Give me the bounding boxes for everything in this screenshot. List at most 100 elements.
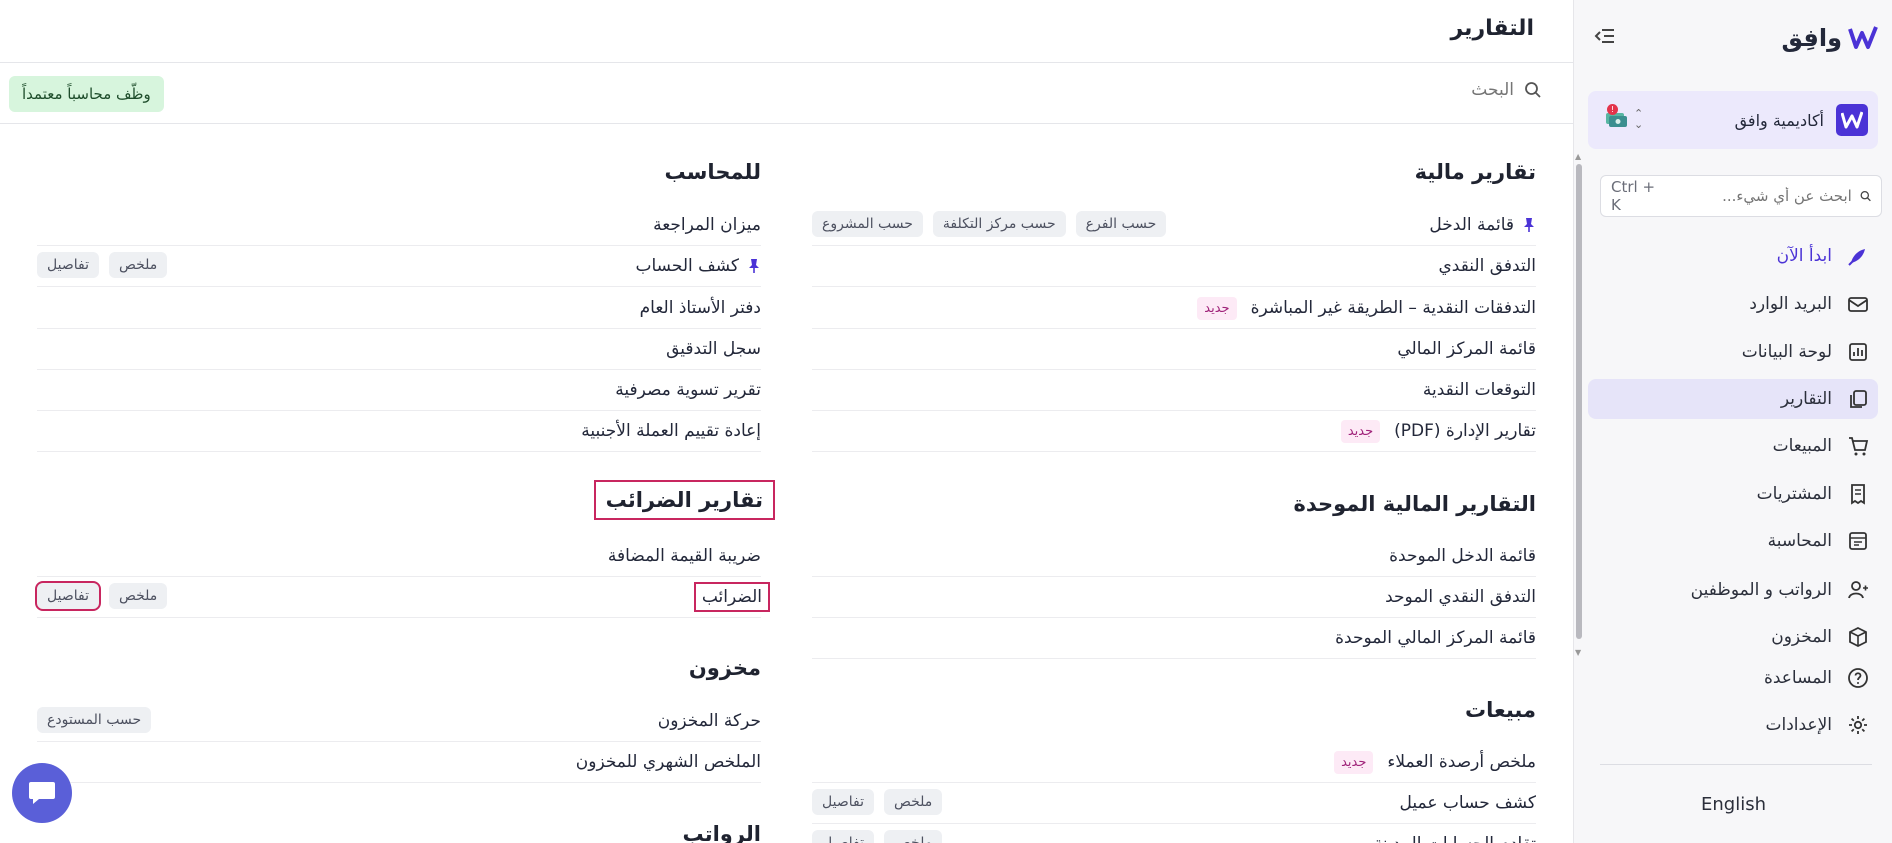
sidebar-item-dashboard[interactable]: لوحة البيانات bbox=[1588, 332, 1878, 372]
org-name: أكاديمية وافق bbox=[1734, 110, 1824, 130]
language-switch[interactable]: English bbox=[1701, 794, 1766, 815]
search-icon bbox=[1525, 82, 1541, 98]
chat-widget-button[interactable] bbox=[12, 763, 72, 823]
chip-by-cost-center[interactable]: حسب مركز التكلفة bbox=[932, 211, 1066, 237]
chip-summary[interactable]: ملخص bbox=[108, 583, 168, 609]
chip-summary[interactable]: ملخص bbox=[883, 789, 943, 815]
report-row: الملخص الشهري للمخزون bbox=[37, 742, 761, 783]
app-logo[interactable]: وافِق bbox=[1782, 24, 1879, 52]
sidebar-item-inbox[interactable]: البريد الوارد bbox=[1588, 284, 1878, 324]
sidebar-item-inventory[interactable]: المخزون bbox=[1588, 617, 1878, 657]
sidebar-item-reports[interactable]: التقارير bbox=[1588, 379, 1878, 419]
report-link-monthly-inventory[interactable]: الملخص الشهري للمخزون bbox=[576, 752, 761, 772]
sidebar-item-label: المبيعات bbox=[1772, 436, 1832, 456]
pin-icon[interactable] bbox=[1522, 217, 1536, 233]
report-chips: حسب المشروع حسب مركز التكلفة حسب الفرع bbox=[812, 211, 1167, 237]
report-link-taxes[interactable]: الضرائب bbox=[693, 582, 771, 612]
logo-text: وافِق bbox=[1781, 24, 1843, 52]
cart-icon bbox=[1846, 434, 1870, 458]
sidebar-item-get-started[interactable]: ابدأ الآن bbox=[1588, 236, 1878, 276]
report-link-customer-balances[interactable]: ملخص أرصدة العملاء bbox=[1387, 752, 1536, 772]
notifications-button[interactable]: ! bbox=[1602, 104, 1628, 131]
report-row: التدفق النقدي bbox=[812, 246, 1536, 287]
sidebar-item-help[interactable]: المساعدة bbox=[1588, 658, 1878, 698]
new-badge: جديد bbox=[1340, 419, 1381, 443]
sidebar-item-purchases[interactable]: المشتريات bbox=[1588, 474, 1878, 514]
scrollbar-thumb[interactable] bbox=[1576, 164, 1582, 639]
report-link-inventory-movement[interactable]: حركة المخزون bbox=[658, 711, 761, 731]
sidebar-scrollbar[interactable]: ▲ ▼ bbox=[1575, 152, 1583, 662]
org-logo bbox=[1836, 104, 1868, 136]
chip-by-warehouse[interactable]: حسب المستودع bbox=[37, 707, 152, 733]
sidebar-item-sales[interactable]: المبيعات bbox=[1588, 426, 1878, 466]
org-extra: ⌃ ⌄ ! bbox=[1602, 104, 1643, 131]
report-link-customer-statement[interactable]: كشف حساب عميل bbox=[1400, 793, 1537, 813]
report-row: الضرائب تفاصيل ملخص bbox=[35, 577, 771, 618]
reports-search[interactable] bbox=[1214, 80, 1542, 100]
report-row: التدفقات النقدية – الطريقة غير المباشرة … bbox=[812, 288, 1536, 329]
dashboard-icon bbox=[1846, 340, 1870, 364]
scroll-down-icon: ▼ bbox=[1575, 648, 1582, 657]
report-link-consolidated-cash-flow[interactable]: التدفق النقدي الموحد bbox=[1385, 587, 1536, 607]
report-chips: تفاصيل ملخص bbox=[812, 830, 943, 843]
report-link-account-statement[interactable]: كشف الحساب bbox=[636, 256, 740, 276]
box-icon bbox=[1846, 625, 1870, 649]
chip-by-branch[interactable]: حسب الفرع bbox=[1075, 211, 1167, 237]
hire-accountant-button[interactable]: وظّف محاسباً معتمداً bbox=[9, 76, 164, 112]
sidebar-item-payroll[interactable]: الرواتب و الموظفين bbox=[1588, 570, 1878, 610]
section-title-tax: تقارير الضرائب bbox=[593, 480, 776, 520]
report-link-trial-balance[interactable]: ميزان المراجعة bbox=[653, 215, 761, 235]
pin-icon[interactable] bbox=[747, 258, 761, 274]
sidebar: وافِق أكاديمية وافق ⌃ ⌄ ! ابحث عن أي شيء… bbox=[1574, 0, 1892, 843]
header-divider bbox=[0, 62, 1573, 63]
report-link-consolidated-income[interactable]: قائمة الدخل الموحدة bbox=[1389, 546, 1536, 566]
receipt-icon bbox=[1846, 482, 1870, 506]
org-switcher[interactable]: أكاديمية وافق ⌃ ⌄ ! bbox=[1588, 91, 1878, 149]
report-link-balance-sheet[interactable]: قائمة المركز المالي bbox=[1397, 339, 1536, 359]
report-row: قائمة الدخل حسب المشروع حسب مركز التكلفة… bbox=[812, 205, 1536, 246]
report-link-income-statement[interactable]: قائمة الدخل bbox=[1429, 215, 1514, 235]
chip-details[interactable]: تفاصيل bbox=[812, 789, 874, 815]
search-shortcut: Ctrl + K bbox=[1611, 178, 1656, 214]
sidebar-item-label: ابدأ الآن bbox=[1776, 246, 1832, 266]
report-link-audit-log[interactable]: سجل التدقيق bbox=[666, 339, 761, 359]
sidebar-search[interactable]: Ctrl + K bbox=[1600, 175, 1882, 217]
chip-by-project[interactable]: حسب المشروع bbox=[812, 211, 923, 237]
collapse-sidebar-button[interactable] bbox=[1594, 26, 1620, 48]
report-link-consolidated-balance[interactable]: قائمة المركز المالي الموحدة bbox=[1335, 628, 1536, 648]
sidebar-item-label: التقارير bbox=[1780, 389, 1832, 409]
report-link-indirect-cash-flow[interactable]: التدفقات النقدية – الطريقة غير المباشرة bbox=[1251, 298, 1536, 318]
sidebar-item-settings[interactable]: الإعدادات bbox=[1588, 705, 1878, 745]
report-row: إعادة تقييم العملة الأجنبية bbox=[37, 411, 761, 452]
report-link-cash-flow[interactable]: التدفق النقدي bbox=[1438, 256, 1536, 276]
report-link-fx-revaluation[interactable]: إعادة تقييم العملة الأجنبية bbox=[581, 421, 761, 441]
chip-summary[interactable]: ملخص bbox=[108, 252, 168, 278]
chip-details[interactable]: تفاصيل bbox=[812, 830, 874, 843]
chip-details[interactable]: تفاصيل bbox=[37, 252, 99, 278]
sidebar-item-label: الإعدادات bbox=[1765, 715, 1832, 735]
chip-details[interactable]: تفاصيل bbox=[35, 581, 101, 611]
scroll-up-icon: ▲ bbox=[1575, 152, 1582, 161]
chip-summary[interactable]: ملخص bbox=[883, 830, 943, 843]
report-row: ميزان المراجعة bbox=[37, 205, 761, 246]
report-link-receivables-aging[interactable]: تقادم الحسابات المدينة bbox=[1374, 834, 1536, 843]
report-chips: تفاصيل ملخص bbox=[37, 252, 168, 278]
search-icon bbox=[1860, 190, 1871, 202]
sidebar-item-label: المشتريات bbox=[1756, 484, 1832, 504]
report-link-management-pdf[interactable]: تقارير الإدارة (PDF) bbox=[1394, 421, 1536, 441]
report-link-general-ledger[interactable]: دفتر الأستاذ العام bbox=[640, 298, 761, 318]
reports-search-input[interactable] bbox=[1214, 80, 1514, 100]
sort-arrows-icon[interactable]: ⌃ ⌄ bbox=[1634, 108, 1643, 130]
chat-icon bbox=[29, 782, 55, 804]
sidebar-search-input[interactable] bbox=[1657, 187, 1852, 205]
report-link-vat[interactable]: ضريبة القيمة المضافة bbox=[608, 546, 761, 566]
sidebar-item-accounting[interactable]: المحاسبة bbox=[1588, 521, 1878, 561]
logo-mark-icon bbox=[1848, 26, 1878, 49]
help-icon bbox=[1846, 666, 1870, 690]
report-link-cash-forecast[interactable]: التوقعات النقدية bbox=[1423, 380, 1536, 400]
report-row: قائمة المركز المالي الموحدة bbox=[812, 618, 1536, 659]
report-row: قائمة الدخل الموحدة bbox=[812, 536, 1536, 577]
report-link-bank-reconciliation[interactable]: تقرير تسوية مصرفية bbox=[615, 380, 761, 400]
new-badge: جديد bbox=[1197, 296, 1237, 320]
report-row: تقادم الحسابات المدينة تفاصيل ملخص bbox=[812, 824, 1536, 843]
